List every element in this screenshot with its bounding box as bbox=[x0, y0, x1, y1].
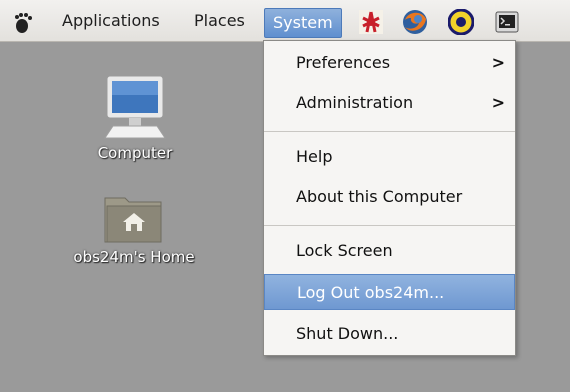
terminal-icon[interactable] bbox=[494, 9, 520, 35]
menu-item-label: Lock Screen bbox=[296, 241, 393, 260]
menu-item-preferences[interactable]: Preferences > bbox=[264, 45, 515, 81]
menu-item-about[interactable]: About this Computer bbox=[264, 179, 515, 215]
menu-item-lock-screen[interactable]: Lock Screen bbox=[264, 233, 515, 269]
applications-menu[interactable]: Applications bbox=[62, 0, 160, 42]
menu-item-label: Log Out obs24m... bbox=[297, 283, 445, 302]
top-panel: Applications Places System bbox=[0, 0, 570, 42]
submenu-arrow-icon: > bbox=[491, 93, 505, 112]
system-dropdown-menu: Preferences > Administration > Help Abou… bbox=[263, 40, 516, 356]
places-menu[interactable]: Places bbox=[194, 0, 245, 42]
menu-item-label: Shut Down... bbox=[296, 324, 399, 343]
menu-item-administration[interactable]: Administration > bbox=[264, 85, 515, 121]
desktop-icon-home[interactable]: obs24m's Home bbox=[48, 192, 220, 266]
gnome-foot-icon[interactable] bbox=[12, 11, 36, 35]
system-menu[interactable]: System bbox=[264, 8, 342, 38]
computer-icon bbox=[104, 75, 166, 139]
menu-separator bbox=[264, 131, 515, 132]
desktop-icon-computer[interactable]: Computer bbox=[80, 74, 190, 162]
home-folder-icon bbox=[104, 197, 162, 243]
app-launcher-icon[interactable] bbox=[358, 9, 384, 35]
menu-item-label: Preferences bbox=[296, 53, 391, 72]
submenu-arrow-icon: > bbox=[491, 53, 505, 72]
menu-item-label: Help bbox=[296, 147, 333, 166]
desktop-label-home: obs24m's Home bbox=[73, 248, 195, 266]
firefox-icon[interactable] bbox=[402, 9, 428, 35]
yellow-circle-app-icon[interactable] bbox=[448, 9, 474, 35]
menu-item-log-out[interactable]: Log Out obs24m... bbox=[264, 274, 515, 310]
menu-item-label: About this Computer bbox=[296, 187, 463, 206]
menu-item-help[interactable]: Help bbox=[264, 139, 515, 175]
desktop-label-computer: Computer bbox=[97, 144, 173, 162]
menu-separator bbox=[264, 225, 515, 226]
menu-item-shut-down[interactable]: Shut Down... bbox=[264, 316, 515, 352]
menu-item-label: Administration bbox=[296, 93, 414, 112]
